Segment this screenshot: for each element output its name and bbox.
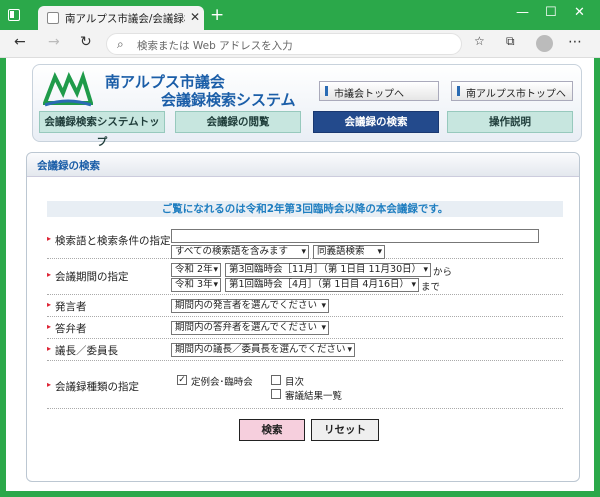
address-placeholder: 検索または Web アドレスを入力	[137, 40, 293, 52]
keyword-input[interactable]	[171, 229, 539, 243]
to-year-select[interactable]: 令和 3年	[171, 278, 221, 292]
collections-icon[interactable]: ⧉	[506, 34, 515, 49]
city-top-link[interactable]: 南アルプス市トップへ	[451, 81, 573, 101]
council-top-link[interactable]: 市議会トップへ	[319, 81, 439, 101]
period-row: 会議期間の指定 令和 2年 第3回臨時会［11月］（第 1日目 11月30日） …	[47, 259, 563, 295]
chair-row: 議長／委員長 期間内の議長／委員長を選んでください	[47, 339, 563, 361]
speaker-select[interactable]: 期間内の発言者を選んでください	[171, 299, 329, 313]
more-menu-icon[interactable]: ⋯	[568, 34, 582, 50]
keyword-row: 検索語と検索条件の指定 すべての検索語を含みます 同義語検索	[47, 225, 563, 259]
from-suffix: から	[433, 267, 453, 278]
forward-button[interactable]: →	[48, 34, 60, 50]
search-icon: ⌕	[117, 37, 124, 51]
tab-close-icon[interactable]: ✕	[190, 10, 200, 24]
maximize-button[interactable]: ☐	[545, 5, 557, 20]
back-button[interactable]: ←	[14, 34, 26, 50]
period-label: 会議期間の指定	[47, 269, 129, 284]
tab-search-top[interactable]: 会議録検索システムトップ	[39, 111, 165, 148]
type-regular-checkbox[interactable]: ✓	[177, 375, 187, 385]
close-window-button[interactable]: ✕	[574, 5, 585, 20]
synonym-select[interactable]: 同義語検索	[313, 245, 385, 259]
browser-toolbar: ← → ↻ ⌕ 検索または Web アドレスを入力 ☆ ⧉ ⋯	[0, 30, 600, 58]
section-title: 会議録の検索	[27, 153, 579, 177]
tab-help[interactable]: 操作説明	[447, 111, 573, 133]
tab-browse[interactable]: 会議録の閲覧	[175, 111, 301, 133]
answerer-row: 答弁者 期間内の答弁者を選んでください	[47, 317, 563, 339]
type-results-checkbox[interactable]	[271, 389, 281, 399]
answerer-label: 答弁者	[47, 321, 87, 336]
from-meeting-select[interactable]: 第3回臨時会［11月］（第 1日目 11月30日）	[225, 263, 431, 277]
site-name-line2: 会議録検索システム	[161, 91, 296, 109]
page-favicon-icon	[47, 12, 59, 24]
tab-strip: 南アルプス市議会/会議録検索システム ✕ + — ☐ ✕	[0, 0, 600, 30]
tab-search[interactable]: 会議録の検索	[313, 111, 439, 133]
web-page: 南アルプス市議会 会議録検索システム 市議会トップへ 南アルプス市トップへ 会議…	[6, 58, 594, 491]
keyword-condition-select[interactable]: すべての検索語を含みます	[171, 245, 309, 259]
answerer-select[interactable]: 期間内の答弁者を選んでください	[171, 321, 329, 335]
to-meeting-select[interactable]: 第1回臨時会［4月］（第 1日目 4月16日）	[225, 278, 419, 292]
from-year-select[interactable]: 令和 2年	[171, 263, 221, 277]
window-menu-icon[interactable]	[8, 9, 20, 21]
profile-avatar[interactable]	[536, 35, 553, 52]
favorite-star-icon[interactable]: ☆	[474, 34, 485, 48]
chair-select[interactable]: 期間内の議長／委員長を選んでください	[171, 343, 355, 357]
minimize-button[interactable]: —	[516, 5, 529, 20]
type-label: 会議録種類の指定	[47, 379, 139, 394]
speaker-row: 発言者 期間内の発言者を選んでください	[47, 295, 563, 317]
chair-label: 議長／委員長	[47, 343, 118, 358]
site-header: 南アルプス市議会 会議録検索システム 市議会トップへ 南アルプス市トップへ 会議…	[32, 64, 582, 148]
city-logo-icon	[43, 70, 93, 107]
availability-notice: ご覧になれるのは令和2年第3回臨時会以降の本会議録です。	[47, 201, 563, 217]
search-button[interactable]: 検索	[239, 419, 305, 441]
browser-tab[interactable]: 南アルプス市議会/会議録検索システム ✕	[38, 6, 204, 30]
speaker-label: 発言者	[47, 299, 87, 314]
address-bar[interactable]: ⌕ 検索または Web アドレスを入力	[106, 33, 462, 55]
keyword-label: 検索語と検索条件の指定	[47, 233, 171, 248]
type-regular-label: 定例会･臨時会	[191, 377, 253, 388]
to-suffix: まで	[421, 282, 441, 293]
type-row: 会議録種類の指定 ✓ 定例会･臨時会 目次 審議結果一覧	[47, 361, 563, 409]
type-results-label: 審議結果一覧	[285, 391, 343, 402]
refresh-button[interactable]: ↻	[80, 34, 92, 50]
new-tab-button[interactable]: +	[210, 6, 224, 24]
tab-title: 南アルプス市議会/会議録検索システム	[65, 13, 185, 25]
main-nav: 会議録検索システムトップ 会議録の閲覧 会議録の検索 操作説明	[39, 111, 579, 148]
type-contents-label: 目次	[285, 377, 305, 388]
reset-button[interactable]: リセット	[311, 419, 379, 441]
browser-window: 南アルプス市議会/会議録検索システム ✕ + — ☐ ✕ ← → ↻ ⌕ 検索ま…	[0, 0, 600, 497]
search-panel: 会議録の検索 ご覧になれるのは令和2年第3回臨時会以降の本会議録です。 検索語と…	[26, 152, 580, 482]
type-contents-checkbox[interactable]	[271, 375, 281, 385]
